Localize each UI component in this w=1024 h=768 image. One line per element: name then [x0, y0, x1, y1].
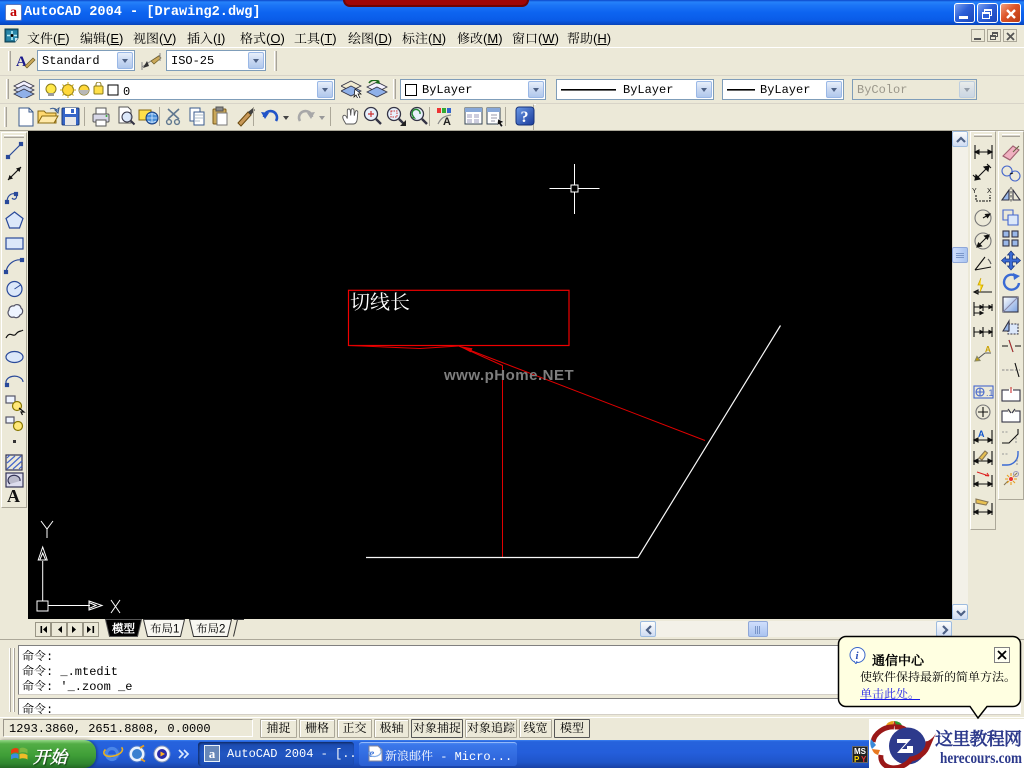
svg-text:A: A: [443, 116, 451, 128]
svg-text:布局1: 布局1: [150, 621, 179, 637]
svg-text:e: e: [369, 746, 375, 760]
svg-text:herecours.com: herecours.com: [940, 750, 1023, 767]
svg-text:布局2: 布局2: [196, 621, 225, 637]
svg-text:0: 0: [123, 85, 130, 98]
svg-text:A: A: [16, 54, 27, 70]
svg-text:?: ?: [521, 109, 529, 126]
svg-text:A: A: [978, 429, 985, 439]
svg-text:切线长: 切线长: [350, 286, 410, 315]
svg-text:X: X: [987, 188, 992, 195]
svg-text:A: A: [7, 486, 20, 505]
svg-text:模型: 模型: [111, 621, 135, 637]
svg-text:www.pHome.NET: www.pHome.NET: [443, 367, 574, 384]
svg-text:这里教程网: 这里教程网: [935, 725, 1022, 751]
svg-text:.1: .1: [986, 388, 994, 398]
svg-text:Y: Y: [972, 188, 977, 195]
svg-text:A: A: [985, 345, 991, 354]
